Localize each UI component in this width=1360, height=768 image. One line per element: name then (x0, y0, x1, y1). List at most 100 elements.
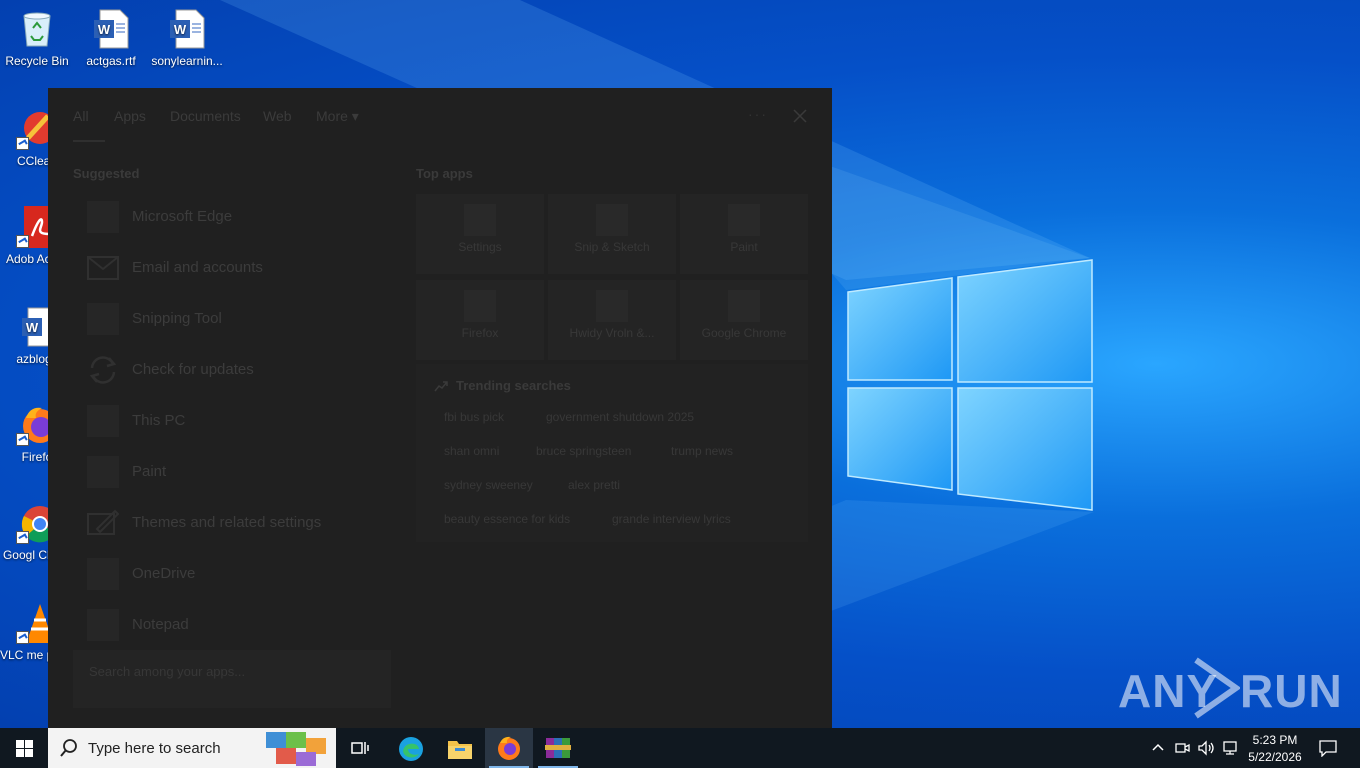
active-tab-indicator (73, 140, 105, 142)
top-app-label: Hwidy Vroln &... (569, 326, 655, 340)
suggested-item[interactable]: Snipping Tool (73, 293, 391, 343)
search-panel[interactable]: All Apps Documents Web More ▾ ··· Sugges… (48, 88, 832, 728)
windows-start-icon (16, 740, 33, 757)
taskbar-edge-button[interactable] (387, 728, 435, 768)
trending-chip[interactable]: grande interview lyrics (612, 512, 731, 526)
shortcut-arrow-icon (16, 631, 29, 644)
folder-icon (448, 741, 472, 759)
taskbar-winrar-button[interactable] (534, 728, 582, 768)
computer-icon (87, 405, 119, 437)
tab-documents[interactable]: Documents (170, 108, 241, 124)
close-icon[interactable] (792, 108, 808, 124)
top-app-label: Paint (730, 240, 758, 254)
desktop-icon-label: actgas.rtf (86, 54, 136, 68)
trending-chip[interactable]: beauty essence for kids (444, 512, 570, 526)
search-hint-box: Search among your apps... (73, 650, 391, 708)
suggested-item[interactable]: Microsoft Edge (73, 191, 391, 241)
onedrive-icon (87, 558, 119, 590)
watermark-text-right: RUN (1240, 665, 1343, 717)
clock[interactable]: 5:23 PM 5/22/2026 (1246, 730, 1304, 766)
anyrun-watermark: ANY RUN (1118, 656, 1342, 720)
winrar-icon (545, 738, 571, 758)
snip-sketch-icon (596, 204, 628, 236)
refresh-icon (89, 356, 117, 384)
trending-chip[interactable]: alex pretti (568, 478, 620, 492)
trending-chip[interactable]: shan omni (444, 444, 499, 458)
suggested-item[interactable]: Check for updates (73, 344, 391, 394)
svg-text:W: W (98, 22, 111, 37)
suggested-item-label: Snipping Tool (132, 310, 222, 327)
snipping-tool-icon (87, 303, 119, 335)
svg-text:W: W (26, 320, 39, 335)
firefox-icon (464, 290, 496, 322)
trending-chip[interactable]: sydney sweeney (444, 478, 533, 492)
notepad-icon (87, 609, 119, 641)
top-apps-title: Top apps (416, 166, 473, 181)
start-button[interactable] (0, 728, 48, 768)
desktop-icon-sonylearning[interactable]: W sonylearnin... (150, 8, 224, 69)
top-app-tile[interactable]: Hwidy Vroln &... (548, 280, 676, 360)
suggested-item[interactable]: OneDrive (73, 548, 391, 598)
desktop-icon-label: sonylearnin... (151, 54, 223, 68)
suggested-title: Suggested (73, 166, 140, 181)
top-app-label: Google Chrome (701, 326, 787, 340)
taskbar-firefox-button[interactable] (485, 728, 533, 768)
suggested-item[interactable]: Themes and related settings (73, 497, 391, 547)
suggested-item-label: OneDrive (132, 565, 196, 582)
suggested-item[interactable]: Notepad (73, 599, 391, 649)
suggested-item[interactable]: This PC (73, 395, 391, 445)
task-view-icon (351, 742, 369, 754)
edge-icon (399, 737, 423, 761)
suggested-item[interactable]: Email and accounts (73, 242, 391, 292)
volume-icon[interactable] (1197, 740, 1215, 756)
taskbar-file-explorer-button[interactable] (436, 728, 484, 768)
top-app-tile[interactable]: Snip & Sketch (548, 194, 676, 274)
suggested-item-label: Email and accounts (132, 259, 263, 276)
trending-chip[interactable]: bruce springsteen (536, 444, 631, 458)
shortcut-arrow-icon (16, 137, 29, 150)
desktop-icon-label: Recycle Bin (5, 54, 69, 68)
play-icon (1194, 657, 1240, 719)
trending-chip[interactable]: government shutdown 2025 (546, 410, 694, 424)
tab-more[interactable]: More ▾ (316, 108, 359, 125)
search-highlight-puzzle-icon[interactable] (264, 728, 328, 768)
taskbar-search-box[interactable]: Type here to search (48, 728, 336, 768)
paint-icon (87, 456, 119, 488)
notification-icon[interactable] (1319, 740, 1337, 757)
suggested-item[interactable]: Paint (73, 446, 391, 496)
trending-chip[interactable]: trump news (671, 444, 733, 458)
top-app-tile[interactable]: Paint (680, 194, 808, 274)
top-app-label: Snip & Sketch (574, 240, 650, 254)
suggested-item-label: Check for updates (132, 361, 254, 378)
paint-icon (728, 204, 760, 236)
desktop-icon-recycle-bin[interactable]: Recycle Bin (0, 8, 74, 69)
tab-all[interactable]: All (73, 108, 89, 124)
meet-now-icon[interactable] (1174, 740, 1190, 756)
shortcut-arrow-icon (16, 433, 29, 446)
suggested-item-label: Notepad (132, 616, 189, 633)
clock-date: 5/22/2026 (1248, 750, 1302, 764)
taskbar: Type here to search 5:23 PM 5/22/2026 (0, 728, 1360, 768)
desktop-icon-actgas-rtf[interactable]: W actgas.rtf (74, 8, 148, 69)
trending-chip[interactable]: fbi bus pick (444, 410, 504, 424)
shortcut-arrow-icon (16, 235, 29, 248)
word-document-icon: W (90, 8, 132, 50)
firefox-icon (498, 736, 520, 760)
top-app-tile[interactable]: Google Chrome (680, 280, 808, 360)
more-options-icon[interactable]: ··· (748, 106, 768, 122)
recycle-bin-icon (16, 8, 58, 50)
shortcut-arrow-icon (16, 531, 29, 544)
top-app-tile[interactable]: Firefox (416, 280, 544, 360)
top-app-tile[interactable]: Settings (416, 194, 544, 274)
word-document-icon: W (166, 8, 208, 50)
tab-apps[interactable]: Apps (114, 108, 146, 124)
search-placeholder: Type here to search (88, 740, 221, 757)
task-view-button[interactable] (336, 728, 384, 768)
tab-web[interactable]: Web (263, 108, 292, 124)
themes-pencil-icon (87, 509, 119, 535)
trending-arrow-icon (434, 381, 448, 392)
settings-icon (464, 204, 496, 236)
chevron-up-icon[interactable] (1152, 742, 1164, 752)
network-icon[interactable] (1222, 740, 1240, 756)
trending-searches-box: Trending searches fbi bus pick governmen… (416, 364, 808, 542)
